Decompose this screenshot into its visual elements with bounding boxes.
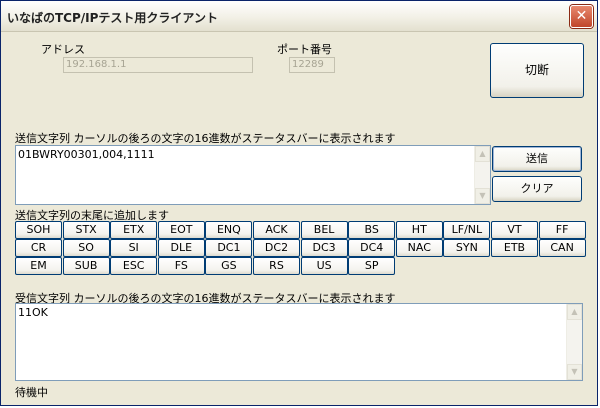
- control-code-button[interactable]: HT: [395, 221, 443, 239]
- receive-scrollbar[interactable]: ▲ ▼: [566, 304, 582, 380]
- control-code-button[interactable]: ETB: [491, 239, 538, 257]
- port-label: ポート番号: [277, 43, 332, 56]
- app-window: いなばのTCP/IPテスト用クライアント ✕ アドレス 192.168.1.1 …: [0, 0, 598, 406]
- control-code-button[interactable]: EOT: [157, 221, 205, 239]
- send-button[interactable]: 送信: [492, 146, 582, 172]
- control-code-button[interactable]: FF: [538, 221, 586, 239]
- control-code-button[interactable]: SO: [62, 239, 110, 257]
- control-code-button[interactable]: CAN: [538, 239, 586, 257]
- control-code-button[interactable]: ETX: [110, 221, 158, 239]
- control-code-button[interactable]: RS: [253, 257, 300, 275]
- clear-button[interactable]: クリア: [492, 176, 582, 202]
- status-text: 待機中: [15, 386, 48, 399]
- close-icon[interactable]: ✕: [570, 5, 593, 28]
- control-code-button[interactable]: SI: [110, 239, 158, 257]
- control-code-button[interactable]: DC3: [300, 239, 348, 257]
- control-code-button[interactable]: ENQ: [205, 221, 253, 239]
- port-field: 12289: [289, 57, 335, 73]
- control-code-button[interactable]: SP: [348, 257, 396, 275]
- scroll-up-icon[interactable]: ▲: [567, 304, 582, 320]
- control-code-button[interactable]: EM: [15, 257, 62, 275]
- control-code-button[interactable]: BS: [348, 221, 396, 239]
- control-code-button[interactable]: FS: [157, 257, 205, 275]
- control-code-button[interactable]: DC1: [205, 239, 253, 257]
- control-code-button[interactable]: SYN: [443, 239, 491, 257]
- control-code-button[interactable]: ACK: [253, 221, 300, 239]
- title-bar[interactable]: いなばのTCP/IPテスト用クライアント ✕: [1, 1, 597, 32]
- scroll-up-icon[interactable]: ▲: [475, 146, 490, 162]
- address-field: 192.168.1.1: [63, 57, 253, 73]
- address-label: アドレス: [41, 43, 85, 56]
- control-code-button[interactable]: STX: [62, 221, 110, 239]
- control-code-button[interactable]: LF/NL: [443, 221, 491, 239]
- control-code-button[interactable]: NAC: [395, 239, 443, 257]
- control-code-button[interactable]: VT: [491, 221, 538, 239]
- send-textarea[interactable]: 01BWRY00301,004,1111 ▲ ▼: [15, 145, 491, 205]
- control-code-button[interactable]: ESC: [110, 257, 158, 275]
- control-code-button[interactable]: CR: [15, 239, 62, 257]
- scroll-down-icon[interactable]: ▼: [475, 188, 490, 204]
- send-text: 01BWRY00301,004,1111: [18, 148, 155, 161]
- send-label: 送信文字列 カーソルの後ろの文字の16進数がステータスバーに表示されます: [15, 132, 396, 145]
- control-code-button[interactable]: BEL: [300, 221, 348, 239]
- control-code-button[interactable]: US: [300, 257, 348, 275]
- receive-textarea[interactable]: 11OK ▲ ▼: [15, 303, 583, 381]
- control-code-button[interactable]: SUB: [62, 257, 110, 275]
- receive-text: 11OK: [18, 306, 48, 319]
- disconnect-button[interactable]: 切断: [490, 43, 584, 98]
- window-title: いなばのTCP/IPテスト用クライアント: [7, 11, 218, 25]
- control-code-button[interactable]: DC4: [348, 239, 396, 257]
- control-code-button[interactable]: DLE: [157, 239, 205, 257]
- send-scrollbar[interactable]: ▲ ▼: [474, 146, 490, 204]
- scroll-down-icon[interactable]: ▼: [567, 364, 582, 380]
- control-code-button[interactable]: GS: [205, 257, 253, 275]
- control-code-button[interactable]: DC2: [253, 239, 300, 257]
- control-code-button[interactable]: SOH: [15, 221, 62, 239]
